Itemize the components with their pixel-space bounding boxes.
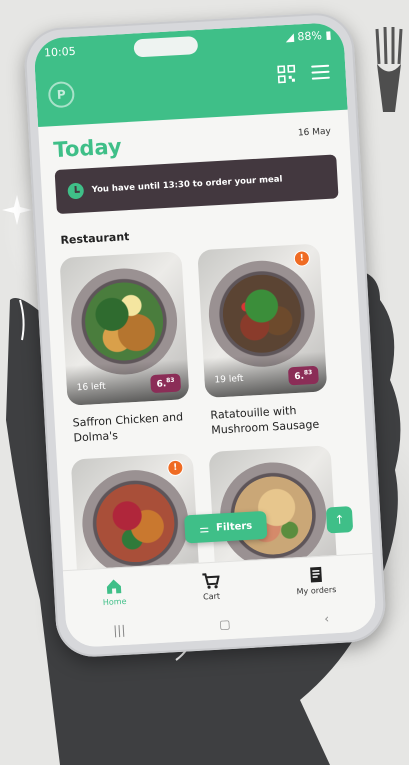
back-icon[interactable]: ‹ — [324, 612, 330, 626]
camera-notch — [133, 35, 199, 58]
warning-icon[interactable]: ! — [166, 459, 184, 477]
battery-level: 88% — [297, 29, 323, 44]
app-header: 10:05 ◢ 88% ▮ P — [33, 21, 348, 127]
arrow-up-icon: ↑ — [334, 512, 345, 528]
nav-orders-label: My orders — [296, 584, 337, 596]
filters-button[interactable]: ⚌ Filters — [184, 510, 268, 544]
cart-icon — [202, 572, 220, 589]
meal-card[interactable]: 16 left 6.83 — [59, 251, 190, 406]
signal-icon: ◢ — [285, 30, 295, 45]
qr-code-icon[interactable] — [277, 64, 296, 84]
status-time: 10:05 — [43, 44, 77, 60]
warning-icon[interactable]: ! — [293, 250, 311, 267]
section-title: Restaurant — [60, 230, 130, 247]
scroll-top-button[interactable]: ↑ — [325, 506, 354, 534]
nav-home-label: Home — [102, 596, 127, 607]
status-battery: ◢ 88% ▮ — [285, 28, 332, 44]
nav-my-orders[interactable]: My orders — [295, 565, 336, 596]
meal-price: 6.83 — [287, 365, 319, 386]
recent-apps-icon[interactable]: ||| — [113, 623, 126, 638]
battery-icon: ▮ — [325, 28, 332, 42]
meal-card[interactable]: ! 19 left 6.83 — [197, 243, 328, 399]
phone: 10:05 ◢ 88% ▮ P Today 16 May You have un… — [22, 11, 388, 659]
nav-cart[interactable]: Cart — [201, 571, 221, 601]
home-system-icon[interactable]: ▢ — [219, 617, 231, 632]
meal-name[interactable]: Saffron Chicken and Dolma's — [72, 409, 193, 446]
hamburger-menu-icon[interactable] — [311, 64, 330, 80]
app-logo: P — [47, 80, 76, 109]
orders-icon — [310, 566, 322, 582]
meal-name[interactable]: Ratatouille with Mushroom Sausage — [210, 401, 331, 438]
filters-label: Filters — [215, 520, 253, 534]
meal-price: 6.83 — [150, 373, 182, 394]
clock-icon — [67, 182, 85, 200]
home-icon — [106, 578, 122, 594]
order-deadline-banner: You have until 13:30 to order your meal — [54, 154, 339, 215]
filter-icon: ⚌ — [198, 521, 210, 536]
page-date: 16 May — [297, 126, 332, 139]
page-title: Today — [52, 134, 123, 163]
app-screen: 10:05 ◢ 88% ▮ P Today 16 May You have un… — [33, 21, 377, 649]
nav-cart-label: Cart — [202, 591, 221, 602]
logo-letter: P — [56, 87, 67, 102]
nav-home[interactable]: Home — [101, 576, 127, 607]
order-deadline-text: You have until 13:30 to order your meal — [91, 174, 283, 196]
meal-remaining: 16 left — [76, 381, 106, 394]
meal-remaining: 19 left — [214, 373, 244, 386]
